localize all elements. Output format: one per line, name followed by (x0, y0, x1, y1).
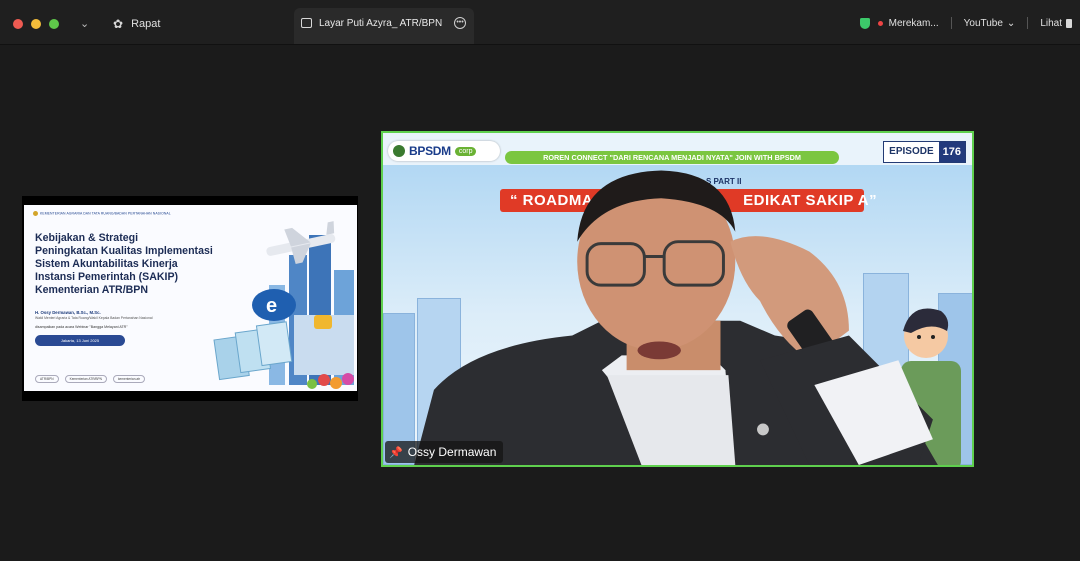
screen-share-icon (301, 18, 312, 28)
pin-icon[interactable]: 📌 (389, 446, 403, 459)
screen-share-tab[interactable]: Layar Puti Azyra_ ATR/BPN ••• (294, 8, 474, 44)
ministry-logo-icon (33, 211, 38, 216)
meeting-tab[interactable]: ✿ Rapat (113, 17, 160, 31)
slide-date: Jakarta, 13 Juni 2025 (35, 335, 125, 346)
chevron-down-icon[interactable]: ⌄ (80, 17, 89, 30)
screen-share-label: Layar Puti Azyra_ ATR/BPN (319, 18, 443, 29)
close-window-button[interactable] (13, 19, 23, 29)
chevron-down-icon: ⌄ (1006, 17, 1016, 29)
recording-label[interactable]: Merekam... (889, 18, 939, 29)
speaker-person (414, 170, 938, 465)
youtube-label: YouTube (963, 17, 1003, 29)
more-options-icon[interactable]: ••• (454, 17, 466, 29)
slide-description: disampaikan pada acara Webinar "Bangga M… (35, 325, 128, 329)
shared-screen-thumbnail[interactable]: KEMENTERIAN AGRARIA DAN TATA RUANG/BADAN… (22, 196, 358, 401)
meeting-label: Rapat (131, 18, 161, 30)
fullscreen-window-button[interactable] (49, 19, 59, 29)
slide-presenter: H. Ossy Dermawan, B.Sc., M.Sc. (35, 310, 101, 315)
slide-illustration: e (213, 221, 354, 389)
speaker-video-tile[interactable]: BPSDM corp EPISODE 176 ROREN CONNECT "DA… (381, 131, 974, 467)
participant-name: Ossy Dermawan (407, 445, 497, 459)
view-button[interactable]: Lihat (1040, 18, 1072, 29)
shield-icon[interactable] (859, 17, 870, 29)
svg-text:e: e (266, 295, 277, 317)
recording-dot-icon (877, 20, 883, 26)
view-label: Lihat (1040, 17, 1062, 29)
slide-role: Wakil Menteri Agraria & Tata Ruang/Wakil… (35, 316, 153, 320)
toolbar-right-group: Merekam... YouTube ⌄ Lihat (859, 17, 1072, 29)
presentation-slide: KEMENTERIAN AGRARIA DAN TATA RUANG/BADAN… (24, 205, 357, 391)
paw-icon: ✿ (113, 17, 124, 31)
slide-footer: ATR/BPN Kementerian ATR/BPN kementerian.… (35, 375, 146, 383)
divider (1027, 17, 1029, 29)
youtube-button[interactable]: YouTube ⌄ (964, 18, 1016, 29)
minimize-window-button[interactable] (31, 19, 41, 29)
layout-icon (1066, 18, 1072, 28)
divider (950, 17, 952, 29)
window-toolbar: ⌄ ✿ Rapat Layar Puti Azyra_ ATR/BPN ••• … (0, 0, 1080, 45)
slide-header: KEMENTERIAN AGRARIA DAN TATA RUANG/BADAN… (33, 211, 171, 216)
participant-name-tag: 📌 Ossy Dermawan (385, 441, 504, 463)
